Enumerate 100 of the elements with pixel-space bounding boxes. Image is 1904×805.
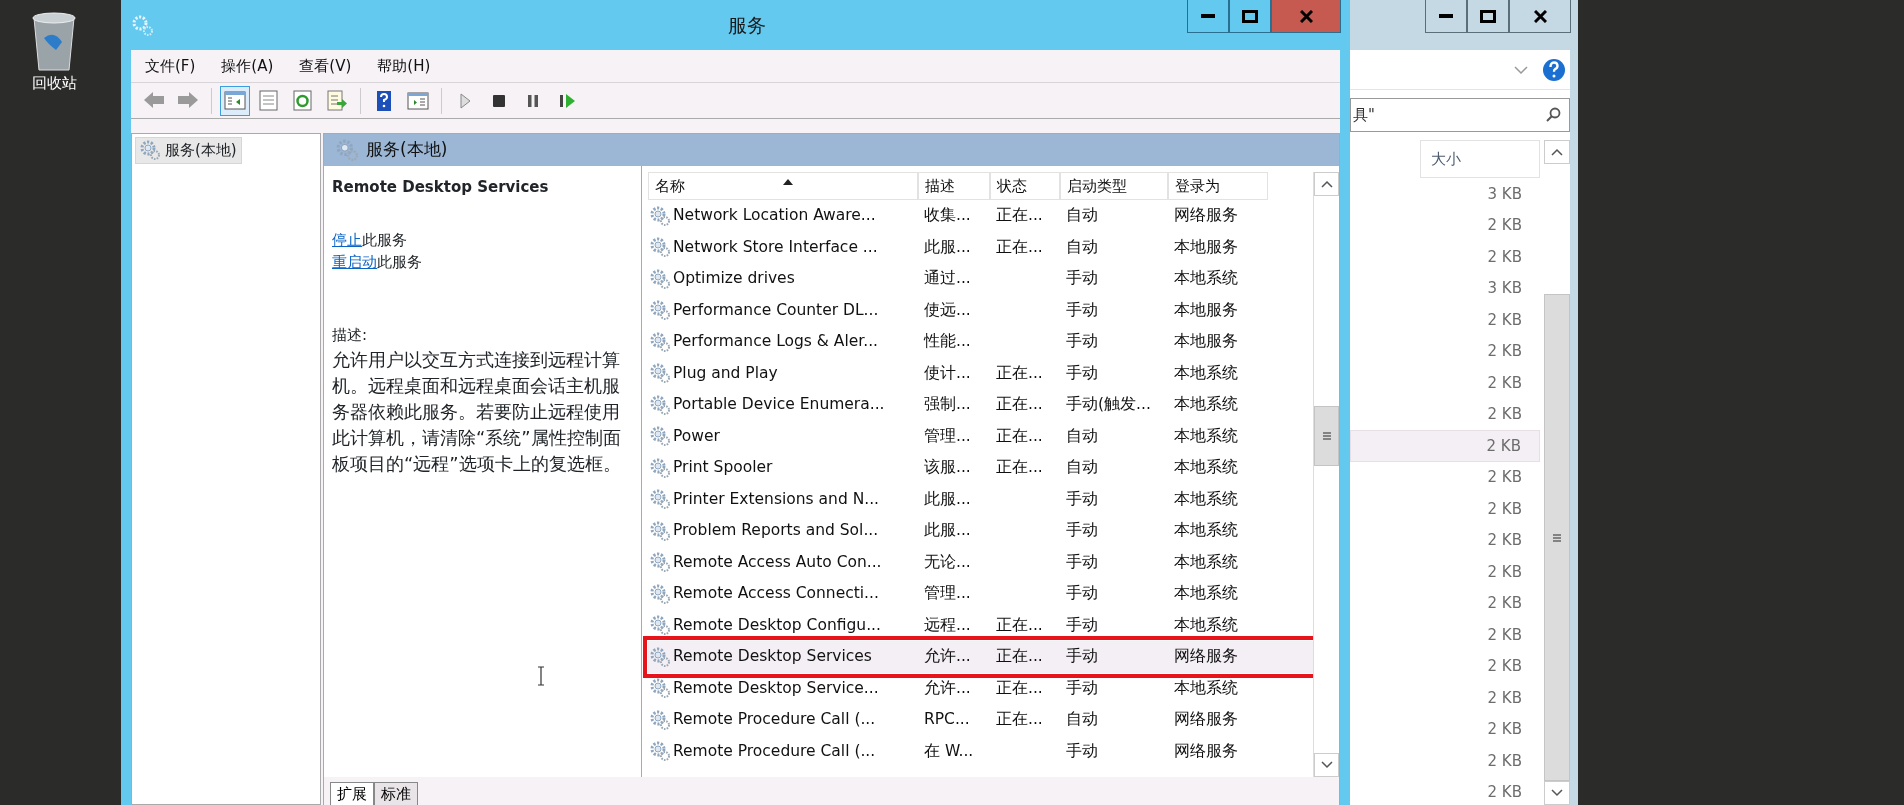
panel-header: 服务(本地) [324, 134, 1339, 166]
file-size[interactable]: 2 KB [1350, 619, 1540, 651]
minimize-button[interactable] [1187, 0, 1229, 33]
service-row[interactable]: Plug and Play 使计... 正在... 手动 本地系统 [648, 357, 1313, 389]
file-size[interactable]: 2 KB [1350, 556, 1540, 588]
close-icon [1533, 9, 1547, 23]
description-label: 描述: [332, 324, 369, 346]
file-size[interactable]: 2 KB [1350, 398, 1540, 430]
file-size[interactable]: 2 KB [1350, 241, 1540, 273]
file-size[interactable]: 2 KB [1350, 587, 1540, 619]
column-header[interactable]: 启动类型 [1060, 172, 1168, 200]
column-header[interactable]: 登录为 [1168, 172, 1268, 200]
column-header[interactable]: 大小 [1420, 140, 1540, 178]
file-size[interactable]: 2 KB [1350, 745, 1540, 777]
file-size[interactable]: 2 KB [1350, 682, 1540, 714]
table-cell: 管理... [924, 426, 971, 445]
scrollbar-thumb[interactable] [1544, 294, 1570, 781]
table-cell: 管理... [924, 584, 971, 603]
close-button[interactable] [1509, 0, 1571, 33]
scroll-up-button[interactable] [1544, 140, 1570, 164]
gear-icon [650, 331, 670, 352]
file-size[interactable]: 2 KB [1350, 493, 1540, 525]
action-link[interactable]: 重启动 [332, 252, 377, 271]
table-cell: 自动 [1066, 458, 1098, 477]
file-size[interactable]: 2 KB [1350, 524, 1540, 556]
file-size[interactable]: 2 KB [1350, 367, 1540, 399]
service-row[interactable]: Optimize drives 通过... 手动 本地系统 [648, 263, 1313, 295]
gear-icon [650, 426, 670, 447]
file-size[interactable]: 2 KB [1350, 650, 1540, 682]
action-link[interactable]: 停止 [332, 230, 362, 249]
gear-icon [650, 583, 670, 604]
file-size[interactable]: 3 KB [1350, 178, 1540, 210]
table-cell: 此服... [924, 521, 971, 540]
file-size[interactable]: 2 KB [1350, 430, 1540, 462]
gear-icon [650, 363, 670, 384]
service-row[interactable]: Printer Extensions and N... 此服... 手动 本地系统 [648, 483, 1313, 515]
desktop-icon-label[interactable]: 回收站 [14, 72, 94, 95]
service-row[interactable]: Network Location Aware... 收集... 正在... 自动 网络服务 [648, 200, 1313, 232]
table-cell: 手动 [1066, 332, 1098, 351]
table-cell: 本地系统 [1174, 458, 1238, 477]
service-row[interactable]: Problem Reports and Sol... 此服... 手动 本地系统 [648, 515, 1313, 547]
service-row[interactable]: Remote Access Auto Con... 无论... 手动 本地系统 [648, 546, 1313, 578]
service-row[interactable]: Network Store Interface ... 此服... 正在... 自动 本地服务 [648, 231, 1313, 263]
service-row[interactable]: Portable Device Enumera... 强制... 正在... 手动(触发... 本地系统 [648, 389, 1313, 421]
table-cell: 远程... [924, 615, 971, 634]
service-row[interactable]: Remote Desktop Configu... 远程... 正在... 手动 本地系统 [648, 609, 1313, 641]
service-name: Remote Desktop Configu... [673, 614, 881, 636]
service-row[interactable]: Remote Procedure Call (... 在 W... 手动 网络服务 [648, 735, 1313, 767]
table-cell: 本地服务 [1174, 300, 1238, 319]
table-cell: 正在... [996, 363, 1043, 382]
file-size[interactable]: 2 KB [1350, 776, 1540, 805]
service-name: Network Location Aware... [673, 205, 876, 227]
table-cell: 本地系统 [1174, 552, 1238, 571]
service-row[interactable]: Performance Logs & Aler... 性能... 手动 本地服务 [648, 326, 1313, 358]
view-tab[interactable]: 标准 [374, 781, 418, 805]
column-header[interactable]: 描述 [918, 172, 990, 200]
gear-icon [650, 457, 670, 478]
scroll-up-button[interactable] [1314, 172, 1339, 196]
menu-item[interactable]: 文件(F) [143, 54, 198, 78]
menu-item[interactable]: 操作(A) [219, 54, 276, 78]
service-row[interactable]: Performance Counter DL... 使远... 手动 本地服务 [648, 294, 1313, 326]
gear-icon [650, 394, 670, 415]
menu-item[interactable]: 查看(V) [297, 54, 354, 78]
maximize-button[interactable] [1467, 0, 1509, 33]
panel-toggle-icon [223, 88, 247, 113]
scroll-down-button[interactable] [1544, 781, 1570, 805]
search-field[interactable]: 具" [1350, 98, 1570, 132]
view-tab[interactable]: 扩展 [330, 781, 374, 805]
file-size[interactable]: 2 KB [1350, 461, 1540, 493]
scroll-down-button[interactable] [1314, 753, 1339, 777]
chevron-up-icon [1551, 148, 1563, 156]
file-size[interactable]: 3 KB [1350, 272, 1540, 304]
service-row[interactable]: Remote Procedure Call (... RPC... 正在... 自动 网络服务 [648, 704, 1313, 736]
table-cell: 手动 [1066, 552, 1098, 571]
file-size[interactable]: 2 KB [1350, 209, 1540, 241]
gear-icon [650, 489, 670, 510]
table-cell: 手动(触发... [1066, 395, 1151, 414]
table-cell: 网络服务 [1174, 206, 1238, 225]
file-size[interactable]: 2 KB [1350, 304, 1540, 336]
minimize-button[interactable] [1425, 0, 1467, 33]
table-cell: 允许... [924, 647, 971, 666]
service-row[interactable]: Remote Desktop Service... 允许... 正在... 手动 本地系统 [648, 672, 1313, 704]
file-size[interactable]: 2 KB [1350, 335, 1540, 367]
help-icon[interactable] [1542, 57, 1566, 82]
tree-item[interactable]: 服务(本地) [135, 137, 242, 164]
table-cell: 本地系统 [1174, 426, 1238, 445]
service-name: Remote Access Auto Con... [673, 551, 882, 573]
file-size[interactable]: 2 KB [1350, 713, 1540, 745]
service-row[interactable]: Remote Access Connecti... 管理... 手动 本地系统 [648, 578, 1313, 610]
column-header[interactable]: 状态 [990, 172, 1060, 200]
service-row[interactable]: Power 管理... 正在... 自动 本地系统 [648, 420, 1313, 452]
service-row[interactable]: Print Spooler 该服... 正在... 自动 本地系统 [648, 452, 1313, 484]
scrollbar-thumb[interactable] [1314, 406, 1339, 466]
service-name: Problem Reports and Sol... [673, 520, 879, 542]
table-cell: 本地服务 [1174, 237, 1238, 256]
chevron-down-icon[interactable] [1514, 64, 1528, 75]
column-header[interactable]: 名称 [648, 172, 918, 200]
menu-item[interactable]: 帮助(H) [375, 54, 433, 78]
table-cell: 手动 [1066, 615, 1098, 634]
chevron-down-icon [1320, 761, 1333, 769]
